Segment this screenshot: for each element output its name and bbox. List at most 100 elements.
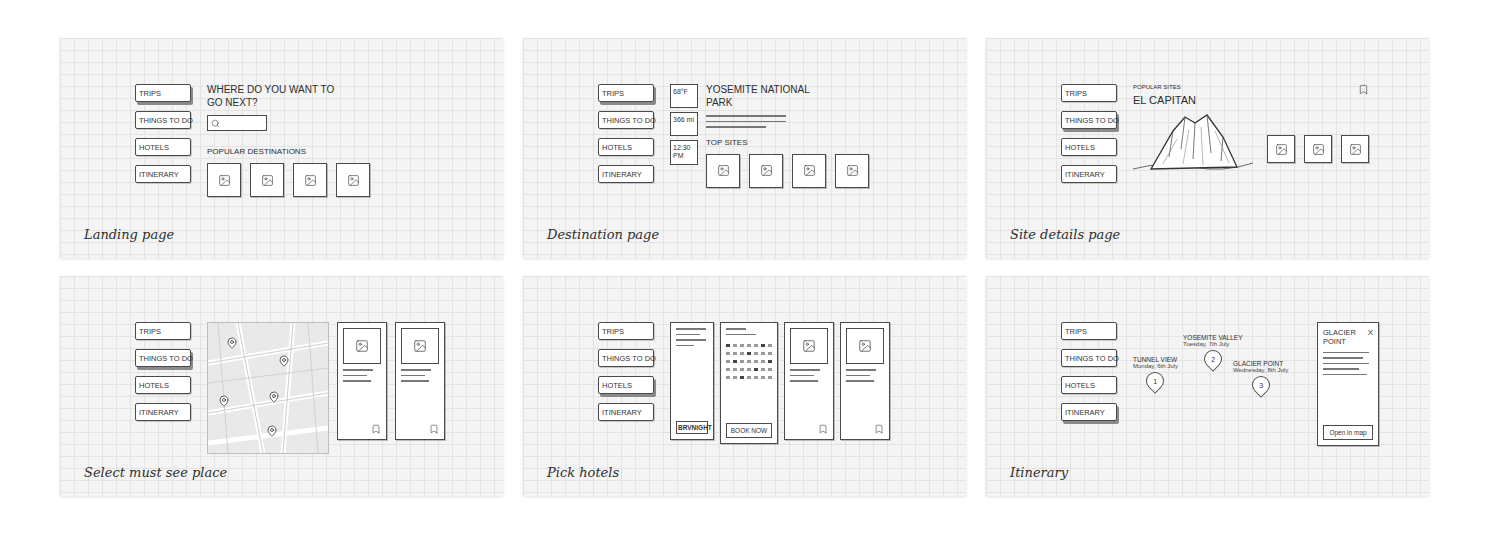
text-lines	[343, 369, 381, 382]
nav-button[interactable]: THINGS TO DO	[1061, 349, 1117, 367]
stats: 68°F366 mi12:30 PM	[670, 84, 698, 165]
nav-button[interactable]: HOTELS	[1061, 138, 1117, 156]
text-lines	[401, 369, 439, 382]
nav-button[interactable]: TRIPS	[135, 322, 191, 340]
nav-button[interactable]: ITINERARY	[135, 165, 191, 183]
nav-button[interactable]: ITINERARY	[598, 403, 654, 421]
nav-button[interactable]: TRIPS	[598, 322, 654, 340]
image-icon	[846, 164, 859, 177]
nav-button[interactable]: THINGS TO DO	[135, 349, 191, 367]
nav-button[interactable]: THINGS TO DO	[598, 349, 654, 367]
map-pin-icon[interactable]	[226, 337, 238, 349]
image-icon	[355, 339, 369, 353]
wireframe-panel: TRIPS THINGS TO DO HOTELS ITINERARY 68°F366 …	[523, 38, 966, 258]
itinerary-main: TUNNEL VIEWMonday, 6th July1 YOSEMITE VAL…	[1133, 322, 1379, 446]
wireframe-panel: TRIPS THINGS TO DO HOTELS ITINERARY TUNNEL V…	[986, 276, 1429, 496]
heading: WHERE DO YOU WANT TO GO NEXT?	[207, 84, 337, 109]
image-card[interactable]	[293, 163, 327, 197]
image-icon	[347, 174, 360, 187]
image-icon	[802, 339, 816, 353]
place-card[interactable]	[337, 322, 387, 440]
image-card[interactable]	[336, 163, 370, 197]
image-icon	[1312, 143, 1325, 156]
booking-card[interactable]: BOOK NOW	[720, 322, 778, 444]
nav-button[interactable]: TRIPS	[135, 84, 191, 102]
image-card[interactable]	[749, 154, 783, 188]
hotel-card[interactable]: BRVNIGHT	[670, 322, 714, 440]
bookmark-icon[interactable]	[874, 424, 884, 434]
image-icon	[803, 164, 816, 177]
map-pin-icon[interactable]	[268, 391, 280, 403]
map-pin-icon[interactable]	[266, 425, 278, 437]
panel-caption: Landing page	[60, 227, 503, 258]
stat-box: 12:30 PM	[670, 140, 698, 165]
image-card[interactable]	[706, 154, 740, 188]
close-button[interactable]: X	[1368, 328, 1373, 337]
nav-button[interactable]: ITINERARY	[1061, 165, 1117, 183]
text-lines	[706, 115, 869, 128]
image-card[interactable]	[250, 163, 284, 197]
bookmark-icon[interactable]	[818, 424, 828, 434]
place-card[interactable]	[395, 322, 445, 440]
stop[interactable]: TUNNEL VIEWMonday, 6th July1	[1133, 356, 1178, 390]
image-card[interactable]	[1304, 135, 1332, 163]
image-icon	[1349, 143, 1362, 156]
nav-button[interactable]: TRIPS	[1061, 322, 1117, 340]
stat-box: 68°F	[670, 84, 698, 108]
wireframe-panel: TRIPS THINGS TO DO HOTELS ITINERARY BRVNIGHT…	[523, 276, 966, 496]
detail-title: GLACIER POINT	[1323, 328, 1365, 347]
image-icon	[413, 339, 427, 353]
nav-menu: TRIPS THINGS TO DO HOTELS ITINERARY	[135, 322, 191, 421]
stop-name: YOSEMITE VALLEY	[1183, 334, 1242, 341]
text-lines	[790, 369, 828, 382]
wireframe-panel: TRIPS THINGS TO DO HOTELS ITINERARY Select m…	[60, 276, 503, 496]
nav-button[interactable]: TRIPS	[1061, 84, 1117, 102]
place-card[interactable]	[840, 322, 890, 440]
nav-menu: TRIPS THINGS TO DO HOTELS ITINERARY	[598, 322, 654, 421]
nav-button[interactable]: ITINERARY	[1061, 403, 1117, 421]
stop-pin[interactable]: 3	[1248, 372, 1273, 397]
stop-name: GLACIER POINT	[1233, 360, 1283, 367]
bookmark-icon[interactable]	[371, 424, 381, 434]
nav-button[interactable]: THINGS TO DO	[598, 111, 654, 129]
nav-button[interactable]: TRIPS	[598, 84, 654, 102]
stop[interactable]: GLACIER POINTWednesday, 8th July3	[1233, 360, 1288, 394]
nav-button[interactable]: HOTELS	[135, 138, 191, 156]
bookmark-icon[interactable]	[1358, 84, 1369, 95]
nav-button[interactable]: HOTELS	[1061, 376, 1117, 394]
nav-button[interactable]: THINGS TO DO	[135, 111, 191, 129]
card-row	[207, 163, 370, 197]
panel-caption: Select must see place	[60, 465, 503, 496]
image-card[interactable]	[792, 154, 826, 188]
panel-caption: Itinerary	[986, 465, 1429, 496]
place-card[interactable]	[784, 322, 834, 440]
map-pin-icon[interactable]	[278, 355, 290, 367]
stop-date: Tuesday, 7th July	[1183, 341, 1229, 347]
section-title: TOP SITES	[706, 138, 869, 148]
site-main: POPULAR SITESEL CAPITAN	[1133, 84, 1369, 179]
nav-button[interactable]: HOTELS	[598, 376, 654, 394]
search-field[interactable]	[207, 115, 267, 131]
image-icon	[304, 174, 317, 187]
nav-button[interactable]: THINGS TO DO	[1061, 111, 1117, 129]
text-lines	[1323, 352, 1373, 376]
wireframe-panel: TRIPS THINGS TO DO HOTELS ITINERARY WHERE DO…	[60, 38, 503, 258]
nav-button[interactable]: HOTELS	[598, 138, 654, 156]
book-now-button[interactable]: BOOK NOW	[726, 423, 772, 438]
stop-pin[interactable]: 1	[1143, 368, 1168, 393]
open-map-button[interactable]: Open in map	[1323, 425, 1373, 440]
map[interactable]	[207, 322, 329, 454]
nav-button[interactable]: HOTELS	[135, 376, 191, 394]
image-card[interactable]	[1267, 135, 1295, 163]
image-card[interactable]	[835, 154, 869, 188]
image-card[interactable]	[207, 163, 241, 197]
nav-button[interactable]: ITINERARY	[598, 165, 654, 183]
site-title: EL CAPITAN	[1133, 94, 1253, 108]
image-card[interactable]	[1341, 135, 1369, 163]
nav-button[interactable]: ITINERARY	[135, 403, 191, 421]
nav-menu: TRIPS THINGS TO DO HOTELS ITINERARY	[135, 84, 191, 183]
stop-pin[interactable]: 2	[1200, 346, 1225, 371]
map-pin-icon[interactable]	[218, 395, 230, 407]
bookmark-icon[interactable]	[429, 424, 439, 434]
stop-date: Wednesday, 8th July	[1233, 367, 1288, 373]
